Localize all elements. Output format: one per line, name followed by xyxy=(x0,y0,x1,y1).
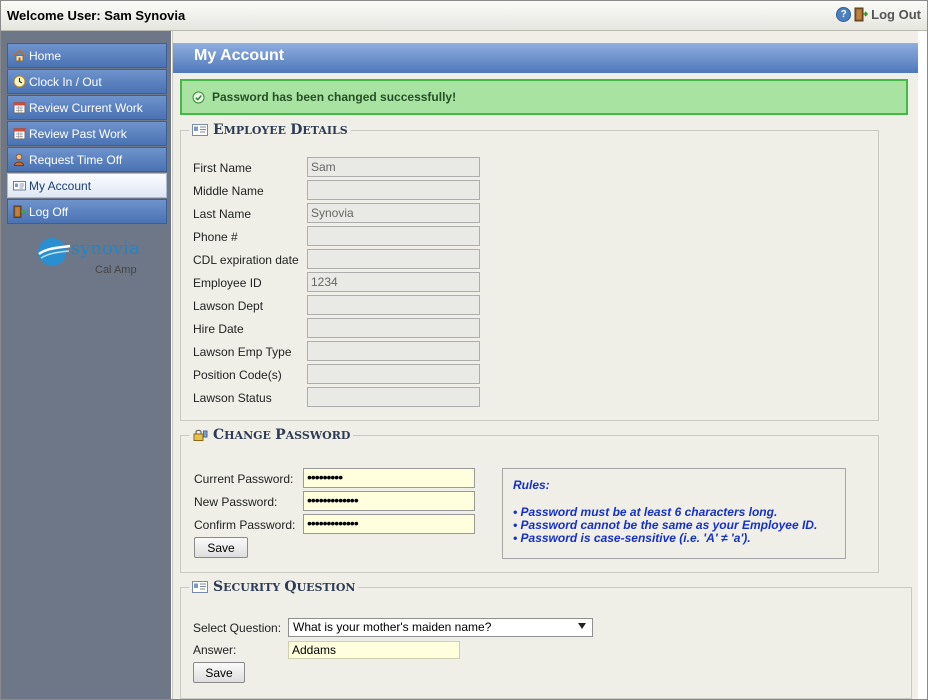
rule-item: • Password is case-sensitive (i.e. 'A' ≠… xyxy=(513,531,751,545)
sidebar-item-my-account[interactable]: My Account xyxy=(7,173,167,198)
lawson-dept-label: Lawson Dept xyxy=(193,299,264,313)
sidebar-item-home[interactable]: Home xyxy=(7,43,167,68)
calendar-icon xyxy=(13,127,26,140)
position-codes-label: Position Code(s) xyxy=(193,368,282,382)
lock-key-icon xyxy=(192,429,208,441)
lawson-status-label: Lawson Status xyxy=(193,391,272,405)
confirm-password-label: Confirm Password: xyxy=(194,518,296,532)
new-password-label: New Password: xyxy=(194,495,278,509)
id-card-icon xyxy=(192,124,208,136)
employee-id-label: Employee ID xyxy=(193,276,262,290)
synovia-logo: synovia Cal Amp xyxy=(37,236,147,286)
sidebar-item-log-off[interactable]: Log Off xyxy=(7,199,167,224)
sidebar-item-review-current-work[interactable]: Review Current Work xyxy=(7,95,167,120)
sidebar-item-label: Review Past Work xyxy=(29,126,127,141)
phone-field xyxy=(307,226,480,246)
sidebar-item-request-time-off[interactable]: Request Time Off xyxy=(7,147,167,172)
section-title: C HANGE P ASSWORD xyxy=(189,427,354,443)
select-question-label: Select Question: xyxy=(193,621,282,635)
page-title: My Account xyxy=(194,47,285,64)
page-header: My Account xyxy=(173,43,918,73)
sidebar-item-review-past-work[interactable]: Review Past Work xyxy=(7,121,167,146)
logout-area: ? Log Out xyxy=(836,7,921,22)
sidebar-item-label: Home xyxy=(29,48,62,63)
app-window: Welcome User: Sam Synovia ? Log Out Home… xyxy=(0,0,928,700)
lawson-emp-type-field xyxy=(307,341,480,361)
middle-name-label: Middle Name xyxy=(193,184,264,198)
password-rules-box: Rules: • Password must be at least 6 cha… xyxy=(502,468,846,559)
id-card-icon xyxy=(13,179,26,192)
rules-title: Rules: xyxy=(513,478,550,492)
current-password-input[interactable]: ••••••••• xyxy=(303,468,475,488)
check-circle-icon xyxy=(192,91,205,104)
lawson-dept-field xyxy=(307,295,480,315)
sidebar-item-label: Request Time Off xyxy=(29,152,123,167)
cdl-expiration-label: CDL expiration date xyxy=(193,253,299,267)
sidebar-item-label: Clock In / Out xyxy=(29,74,102,89)
id-card-icon xyxy=(192,581,208,593)
save-password-button[interactable]: Save xyxy=(194,537,248,558)
confirm-password-input[interactable]: ••••••••••••• xyxy=(303,514,475,534)
lawson-status-field xyxy=(307,387,480,407)
hire-date-label: Hire Date xyxy=(193,322,244,336)
employee-details-section: E MPLOYEE D ETAILS xyxy=(180,122,879,421)
door-exit-icon xyxy=(13,205,27,218)
logout-link[interactable]: Log Out xyxy=(871,7,921,22)
logo-subtext: Cal Amp xyxy=(95,264,137,276)
home-icon xyxy=(13,49,26,62)
answer-label: Answer: xyxy=(193,643,237,657)
sidebar-nav: Home Clock In / Out Review Current Work … xyxy=(7,43,167,225)
last-name-label: Last Name xyxy=(193,207,252,221)
main-content: My Account Password has been changed suc… xyxy=(172,31,918,699)
middle-name-field xyxy=(307,180,480,200)
sidebar: Home Clock In / Out Review Current Work … xyxy=(1,31,171,699)
save-security-button[interactable]: Save xyxy=(193,662,245,683)
last-name-field: Synovia xyxy=(307,203,480,223)
lawson-emp-type-label: Lawson Emp Type xyxy=(193,345,292,359)
sidebar-item-label: Review Current Work xyxy=(29,100,143,115)
security-answer-input[interactable]: Addams xyxy=(288,641,460,659)
current-password-label: Current Password: xyxy=(194,472,294,486)
phone-label: Phone # xyxy=(193,230,238,244)
section-title: S ECURITY Q UESTION xyxy=(189,579,359,595)
position-codes-field xyxy=(307,364,480,384)
first-name-label: First Name xyxy=(193,161,252,175)
new-password-input[interactable]: ••••••••••••• xyxy=(303,491,475,511)
security-question-select[interactable]: What is your mother's maiden name? xyxy=(288,618,593,637)
logo-text: synovia xyxy=(71,238,140,259)
success-message: Password has been changed successfully! xyxy=(212,90,457,104)
sidebar-item-label: My Account xyxy=(29,178,92,193)
first-name-field: Sam xyxy=(307,157,480,177)
clock-icon xyxy=(13,75,26,88)
welcome-text: Welcome User: Sam Synovia xyxy=(7,8,186,23)
top-bar: Welcome User: Sam Synovia ? Log Out xyxy=(1,1,927,31)
selected-question: What is your mother's maiden name? xyxy=(293,620,492,634)
employee-id-field: 1234 xyxy=(307,272,480,292)
sidebar-item-label: Log Off xyxy=(29,204,69,219)
chevron-down-icon xyxy=(578,623,586,629)
person-icon xyxy=(13,153,26,166)
help-icon[interactable]: ? xyxy=(836,7,852,22)
hire-date-field xyxy=(307,318,480,338)
cdl-expiration-field xyxy=(307,249,480,269)
sidebar-item-clock[interactable]: Clock In / Out xyxy=(7,69,167,94)
calendar-icon xyxy=(13,101,26,114)
door-exit-icon[interactable] xyxy=(854,7,869,22)
section-title: E MPLOYEE D ETAILS xyxy=(189,122,351,138)
success-banner: Password has been changed successfully! xyxy=(180,79,908,115)
